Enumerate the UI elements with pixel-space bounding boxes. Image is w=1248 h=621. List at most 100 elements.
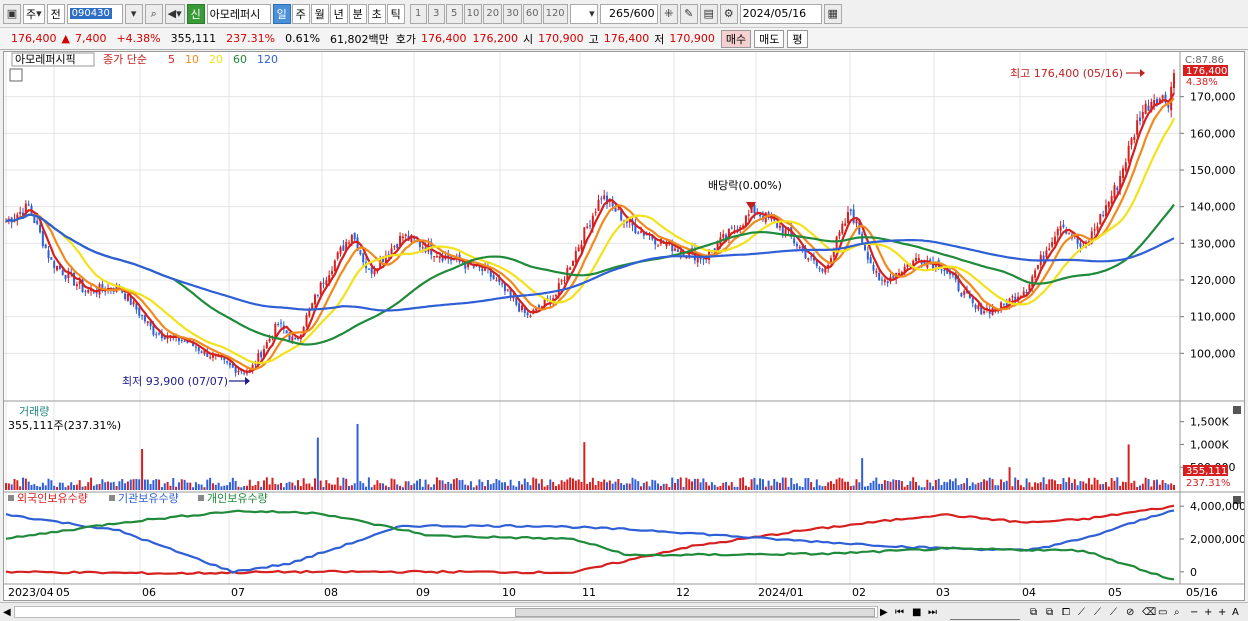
bar-count-input[interactable]: 265/600	[599, 3, 658, 24]
prev-button[interactable]: 전	[46, 3, 65, 24]
scroll-thumb[interactable]	[515, 608, 875, 617]
table-icon[interactable]	[9, 68, 23, 82]
ma-legend: 5 10 20 60 120	[168, 53, 278, 66]
interval-tab-30[interactable]: 30	[503, 3, 522, 24]
sell-button[interactable]: 매도	[754, 29, 785, 48]
volume-bar	[58, 482, 61, 490]
fib-tool-icon[interactable]: ⟋	[1094, 605, 1101, 620]
volume-bar	[917, 485, 920, 490]
compare-icon[interactable]: ⧠	[1062, 605, 1070, 620]
search-button[interactable]: ⌕	[144, 3, 163, 24]
volume-close-icon[interactable]	[1233, 406, 1241, 414]
volume-bar	[489, 484, 492, 490]
interval-tab-20[interactable]: 20	[483, 3, 503, 24]
eraser-icon[interactable]: ⌫	[1142, 605, 1156, 620]
candle-body	[917, 258, 920, 261]
volume-bar	[285, 482, 288, 490]
interval-custom-input[interactable]: ▾	[569, 3, 598, 24]
candle-body	[563, 279, 566, 281]
stock-chart-svg[interactable]: 아모레퍼시픽 종가 단순 5 10 20 60 120 최고 176,400 (05/1…	[4, 52, 1244, 600]
interval-tab-60[interactable]: 60	[522, 3, 542, 24]
pencil-icon: ✎	[684, 7, 694, 20]
period-tab-5[interactable]: 초	[367, 3, 386, 24]
zoom-slider[interactable]	[950, 605, 1020, 620]
volume-bar	[333, 484, 336, 490]
drawing-tool-button[interactable]: ✎	[679, 3, 698, 24]
stock-name-field[interactable]: 아모레퍼시	[206, 3, 271, 24]
volume-bar	[657, 483, 660, 490]
volume-bar	[115, 486, 118, 490]
period-tab-1[interactable]: 주	[291, 3, 310, 24]
volume-bar	[39, 486, 42, 490]
period-tab-0[interactable]: 일	[272, 3, 291, 24]
period-tab-6[interactable]: 틱	[386, 3, 405, 24]
capture-icon[interactable]: ⧉	[1030, 605, 1037, 620]
chart-area[interactable]: 아모레퍼시픽 종가 단순 5 10 20 60 120 최고 176,400 (05/1…	[3, 51, 1245, 601]
volume-bar	[382, 483, 385, 490]
scroll-left-icon[interactable]: ◀	[3, 605, 11, 620]
interval-tab-1[interactable]: 1	[409, 3, 427, 24]
first-icon[interactable]: ⏮	[895, 605, 904, 620]
volume-bar	[920, 487, 923, 490]
candle-body	[393, 246, 396, 248]
zoom-out-icon[interactable]: ⌕	[1174, 605, 1180, 620]
layout-icon[interactable]: ▣	[3, 3, 21, 24]
candle-body	[974, 304, 977, 309]
bar-count-total: /600	[629, 7, 655, 20]
interval-tab-3[interactable]: 3	[427, 3, 445, 24]
candle-body	[943, 269, 946, 272]
new-badge[interactable]: 신	[186, 3, 205, 24]
settings-button[interactable]: ⚙	[719, 3, 738, 24]
date-input[interactable]: 2024/05/16	[739, 3, 822, 24]
volume-bar	[1124, 482, 1127, 490]
scroll-right-icon[interactable]: ▶	[880, 605, 888, 620]
volume-bar	[858, 482, 861, 490]
interval-tab-10[interactable]: 10	[463, 3, 483, 24]
line-tool-icon[interactable]: ⟋	[1078, 605, 1085, 620]
stock-code-input[interactable]: 090430	[66, 3, 123, 24]
period-tab-2[interactable]: 월	[310, 3, 329, 24]
volume-bar	[24, 478, 27, 490]
candle-body	[370, 267, 373, 274]
code-dropdown-button[interactable]: ▾	[124, 3, 143, 24]
copy-icon[interactable]: ⧉	[1046, 605, 1053, 620]
candle-body	[339, 247, 342, 254]
frame-icon[interactable]: ▭	[1158, 605, 1167, 620]
volume-bar	[342, 477, 345, 490]
last-icon[interactable]: ⏭	[928, 605, 937, 620]
period-tab-3[interactable]: 년	[329, 3, 348, 24]
volume-bar	[138, 479, 141, 490]
indicator-button[interactable]: ⁜	[659, 3, 678, 24]
candle-body	[294, 338, 297, 340]
candle-body	[554, 295, 557, 297]
plus-icon[interactable]: +	[1204, 605, 1212, 620]
avg-button[interactable]: 평	[787, 29, 808, 48]
horizontal-scrollbar[interactable]	[14, 606, 878, 618]
volume-bar	[722, 482, 725, 490]
font-size-icon[interactable]: +	[1218, 605, 1226, 620]
period-tab-4[interactable]: 분	[348, 3, 367, 24]
buy-button[interactable]: 매수	[720, 29, 752, 48]
candle-body	[209, 357, 212, 359]
minus-icon[interactable]: −	[1190, 605, 1198, 620]
speaker-button[interactable]: ◀▾	[164, 3, 185, 24]
ma-legend-60: 60	[233, 53, 247, 66]
magnet-icon[interactable]: ⊘	[1126, 605, 1134, 620]
stop-icon[interactable]: ■	[912, 605, 921, 620]
candle-body	[158, 333, 161, 335]
save-button[interactable]: ▤	[699, 3, 718, 24]
volume-bar	[926, 479, 929, 490]
period-select[interactable]: 주 ▾	[23, 3, 45, 24]
volume-bar	[506, 485, 509, 490]
grid-lines	[4, 52, 1180, 584]
volume-bar	[971, 482, 974, 490]
interval-tab-120[interactable]: 120	[542, 3, 568, 24]
volume-bar	[940, 484, 943, 490]
trend-tool-icon[interactable]: ⟋	[1110, 605, 1117, 620]
text-icon[interactable]: A	[1232, 605, 1239, 620]
interval-tab-5[interactable]: 5	[445, 3, 463, 24]
volume-bar	[1082, 481, 1085, 490]
volume-bar	[268, 484, 271, 490]
candle-body	[778, 225, 781, 228]
calendar-button[interactable]: ▦	[823, 3, 842, 24]
